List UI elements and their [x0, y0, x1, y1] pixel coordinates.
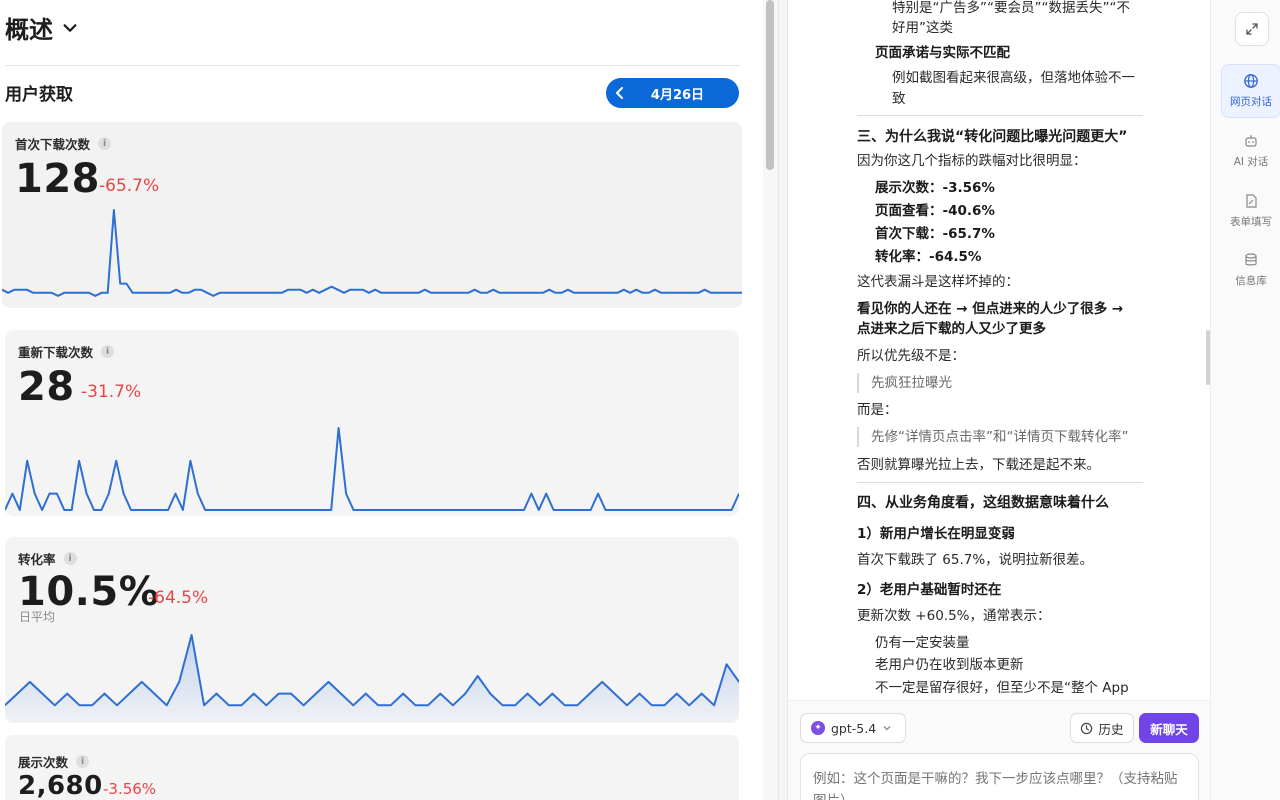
expand-icon [1246, 23, 1258, 35]
pane-splitter[interactable] [778, 0, 788, 800]
sparkline-area [5, 635, 739, 723]
chat-text: 页面承诺与实际不匹配 [875, 45, 1010, 61]
model-name: gpt-5.4 [831, 720, 877, 736]
chat-text: 特别是“广告多”“要会员”“数据丢失”“不 [892, 0, 1130, 16]
chat-messages: 特别是“广告多”“要会员”“数据丢失”“不 好用”这类 页面承诺与实际不匹配 例… [788, 0, 1210, 700]
metric-label: 展示次数 [18, 755, 69, 770]
rail-item-label: 信息库 [1235, 275, 1267, 287]
date-label: 4月26日 [650, 87, 705, 103]
chevron-left-icon[interactable] [606, 87, 634, 99]
chat-text: 所以优先级不是： [857, 348, 965, 364]
expand-button[interactable] [1235, 12, 1269, 46]
model-selector[interactable]: ✦ gpt-5.4 [800, 713, 906, 743]
metric-delta: -65.7% [99, 176, 160, 196]
section-title: 用户获取 [5, 85, 73, 105]
chat-text: 这代表漏斗是这样坏掉的： [857, 274, 1019, 290]
metric-label: 重新下载次数 [18, 345, 94, 360]
chat-text: 首次下载：-65.7% [875, 226, 995, 242]
metric-card-redownloads[interactable]: 重新下载次数 i 28 -31.7% [5, 330, 739, 516]
metric-card-conversion-rate[interactable]: 转化率 i 10.5% -64.5% 日平均 [5, 537, 739, 723]
sparkle-icon: ✦ [811, 721, 825, 735]
chat-text: 看见你的人还在 → 但点进来的人少了很多 → [857, 301, 1124, 317]
page-title-dropdown[interactable]: 概述 [5, 10, 79, 45]
divider [857, 115, 1143, 116]
sparkline-chart [2, 209, 742, 297]
globe-icon [1244, 74, 1258, 88]
date-picker-button[interactable]: 4月26日 [606, 78, 739, 108]
chat-text: 好用”这类 [892, 20, 953, 36]
metric-value: 2,680 [18, 771, 103, 800]
chat-subheading: 2）老用户基础暂时还在 [857, 582, 1002, 598]
chat-subheading: 1）新用户增长在明显变弱 [857, 526, 1015, 542]
rail-item-label: AI 对话 [1233, 156, 1269, 168]
metric-label: 首次下载次数 [15, 137, 91, 152]
chat-text: 不一定是留存很好，但至少不是“整个 App [875, 680, 1129, 696]
chevron-down-icon [63, 23, 77, 32]
metric-delta: -31.7% [81, 382, 142, 402]
sparkline-path [5, 634, 739, 707]
chat-text: 页面查看：-40.6% [875, 203, 995, 219]
info-icon[interactable]: i [76, 755, 90, 768]
chat-input[interactable] [800, 753, 1199, 800]
new-chat-button[interactable]: 新聊天 [1139, 713, 1199, 743]
chat-text: 转化率：-64.5% [875, 249, 982, 265]
metric-card-first-downloads[interactable]: 首次下载次数 i 128 -65.7% [2, 122, 742, 308]
metric-value: 28 [18, 364, 75, 410]
divider [857, 482, 1143, 483]
rail-item-web-chat[interactable]: 网页对话 [1221, 64, 1280, 118]
sparkline-path [2, 209, 742, 297]
side-rail: 网页对话 AI 对话 表单填写 信息库 [1210, 0, 1280, 800]
overview-pane: 概述 用户获取 4月26日 首次下载次数 i 128 -65.7% 重新下载次数 i… [0, 0, 778, 800]
chat-text: 而是： [857, 402, 898, 418]
chat-heading: 三、为什么我说“转化问题比曝光问题更大” [857, 129, 1128, 145]
chat-text: 否则就算曝光拉上去，下载还是起不来。 [857, 457, 1100, 473]
chevron-down-icon [883, 726, 891, 731]
info-icon[interactable]: i [101, 345, 115, 358]
chat-text: 仍有一定安装量 [875, 635, 970, 651]
rail-item-form-fill[interactable]: 表单填写 [1221, 184, 1280, 238]
chat-panel: 特别是“广告多”“要会员”“数据丢失”“不 好用”这类 页面承诺与实际不匹配 例… [788, 0, 1210, 800]
form-icon [1246, 194, 1257, 208]
chat-text: 老用户仍在收到版本更新 [875, 657, 1024, 673]
sparkline-chart [5, 634, 739, 723]
divider [5, 65, 740, 66]
chat-text: 例如截图看起来很高级，但落地体验不一 [892, 70, 1135, 86]
chat-text: 首次下载跌了 65.7%，说明拉新很差。 [857, 552, 1094, 568]
chat-composer: ✦ gpt-5.4 历史 新聊天 [788, 700, 1210, 800]
chat-quote: 先疯狂拉曝光 [857, 373, 952, 393]
chat-quote: 先修“详情页点击率”和“详情页下载转化率” [857, 427, 1128, 447]
chat-text: 点进来之后下载的人又少了更多 [857, 321, 1046, 337]
metric-card-impressions[interactable]: 展示次数 i 2,680 -3.56% [5, 735, 739, 800]
metric-subnote: 日平均 [19, 610, 56, 624]
info-icon[interactable]: i [98, 137, 112, 150]
rail-item-label: 表单填写 [1230, 216, 1272, 228]
rail-item-ai-chat[interactable]: AI 对话 [1221, 124, 1280, 178]
metric-label: 转化率 [18, 552, 56, 567]
database-icon [1245, 253, 1257, 266]
rail-item-label: 网页对话 [1230, 96, 1272, 108]
info-icon[interactable]: i [63, 552, 77, 565]
bot-icon [1245, 135, 1257, 147]
sparkline-path [5, 427, 739, 511]
chat-text: 展示次数：-3.56% [875, 180, 995, 196]
chat-text: 致 [892, 91, 906, 107]
chat-heading: 四、从业务角度看，这组数据意味着什么 [857, 495, 1109, 511]
metric-delta: -64.5% [148, 588, 209, 608]
scrollbar-thumb[interactable] [766, 0, 774, 170]
clock-icon [1081, 722, 1093, 734]
metric-delta: -3.56% [103, 780, 157, 798]
chat-text: 因为你这几个指标的跌幅对比很明显： [857, 153, 1087, 169]
metric-value: 128 [15, 156, 100, 202]
history-label: 历史 [1098, 721, 1124, 737]
page-title: 概述 [5, 16, 53, 44]
rail-item-knowledge-base[interactable]: 信息库 [1221, 243, 1280, 297]
history-button[interactable]: 历史 [1070, 713, 1134, 743]
chat-text: 更新次数 +60.5%，通常表示： [857, 608, 1051, 624]
sparkline-chart [5, 427, 739, 511]
